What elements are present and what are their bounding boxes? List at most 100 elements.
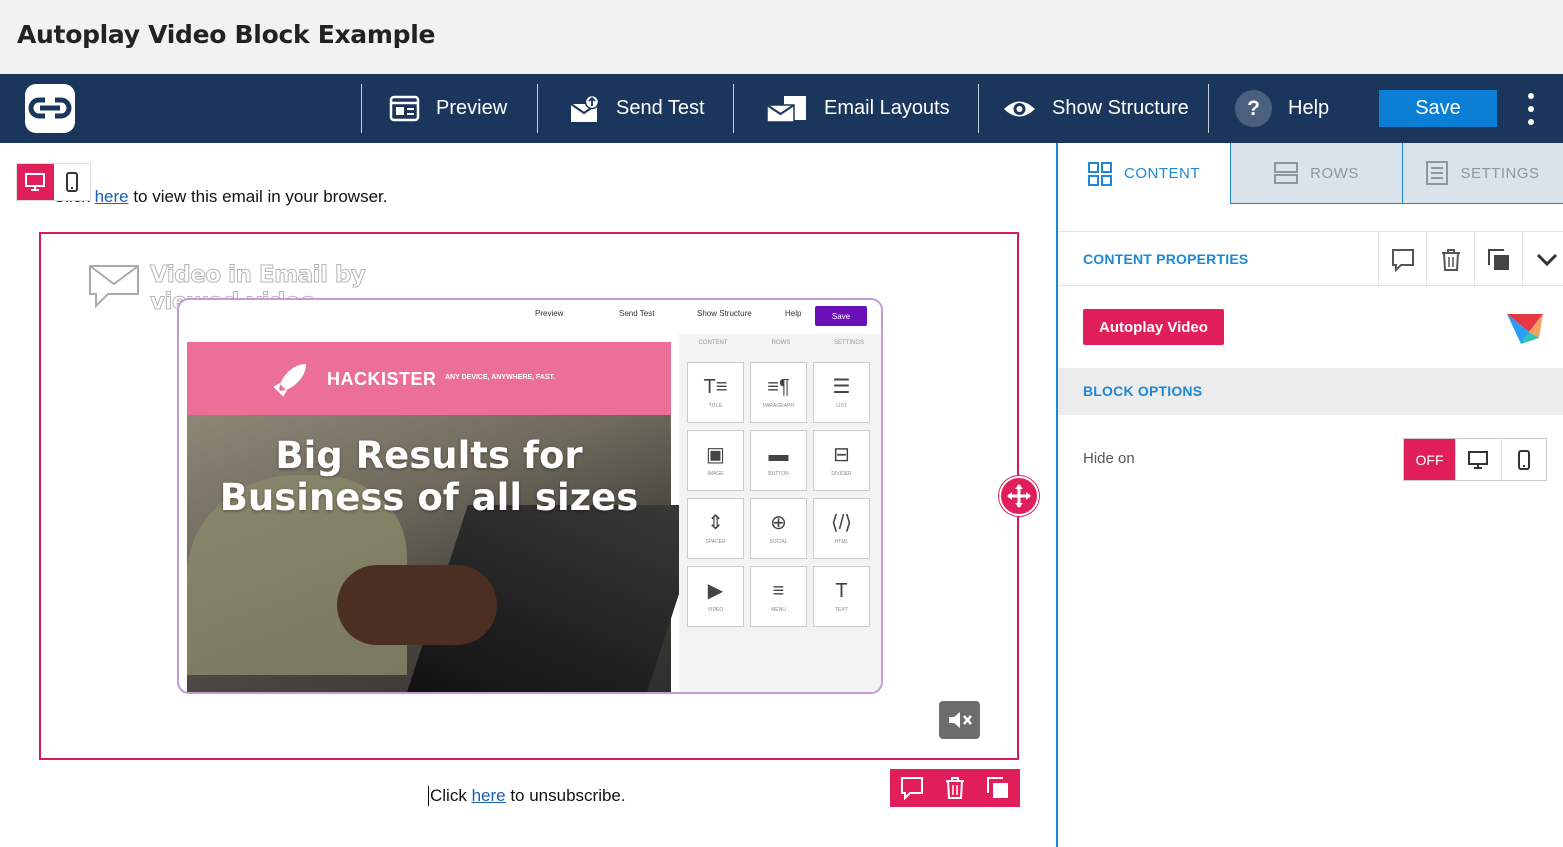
send-test-button[interactable]: Send Test: [570, 74, 705, 143]
mock-tile-glyph: ⊕: [770, 511, 787, 534]
hide-on-mobile-button[interactable]: [1500, 439, 1547, 480]
duplicate-icon: [987, 777, 1009, 798]
preview-label: Preview: [436, 97, 508, 119]
mock-tile-label: SOCIAL: [769, 538, 788, 545]
comment-icon: [900, 777, 923, 800]
show-structure-label: Show Structure: [1052, 97, 1189, 119]
send-test-icon: [570, 94, 600, 123]
mock-tab-content: CONTENT: [698, 340, 728, 346]
mobile-view-button[interactable]: [54, 164, 91, 200]
comment-button[interactable]: [894, 770, 930, 806]
trash-icon: [1441, 248, 1460, 271]
email-layouts-button[interactable]: Email Layouts: [766, 74, 950, 143]
mock-tile-glyph: ≡¶: [767, 375, 790, 398]
mock-tile-label: HTML: [834, 538, 849, 545]
duplicate-button[interactable]: [980, 770, 1016, 806]
panel-comment-button[interactable]: [1378, 232, 1426, 287]
mock-tile-glyph: ⊟: [833, 443, 850, 466]
mock-tile-label: LIST: [836, 402, 847, 409]
mock-tile-glyph: ⇕: [707, 511, 724, 534]
page-title: Autoplay Video Block Example: [17, 20, 436, 49]
delete-button[interactable]: [937, 770, 973, 806]
rocket-icon: [273, 364, 306, 397]
mock-tile-label: BUTTON: [768, 470, 789, 477]
hide-on-desktop-button[interactable]: [1455, 439, 1501, 480]
help-label: Help: [1288, 97, 1330, 119]
mock-tile: ⊕ SOCIAL: [750, 498, 807, 559]
content-properties-bar: CONTENT PROPERTIES: [1058, 231, 1563, 287]
title-bar: Autoplay Video Block Example: [0, 0, 1563, 74]
mock-content-grid: T≡ TITLE ≡¶ PARAGRAPH ☰ LIST ▣ IMAGE ▬ BUTTON ⊟ DIV…: [687, 362, 870, 627]
mock-preview: Preview: [535, 309, 564, 318]
panel-delete-button[interactable]: [1426, 232, 1474, 287]
mock-tile: ▣ IMAGE: [687, 430, 744, 491]
help-glyph: ?: [1235, 90, 1272, 127]
mute-button[interactable]: [939, 701, 980, 739]
panel-duplicate-button[interactable]: [1474, 232, 1522, 287]
viewed-video-brand-icon: [1505, 308, 1545, 351]
autoplay-video-block[interactable]: Video in Email by viewed.video Preview S…: [39, 232, 1019, 760]
hide-off-button[interactable]: OFF: [1404, 439, 1455, 480]
tab-settings[interactable]: SETTINGS: [1402, 143, 1563, 204]
tab-content[interactable]: CONTENT: [1058, 143, 1230, 204]
mock-tile-glyph: T: [835, 579, 848, 602]
mock-save: Save: [815, 306, 867, 326]
mock-headline: Big Results for Business of all sizes: [187, 435, 671, 519]
mock-tile-label: IMAGE: [707, 470, 724, 477]
show-structure-button[interactable]: Show Structure: [1003, 74, 1189, 143]
email-canvas: Click here to view this email in your br…: [0, 143, 1056, 847]
mock-tile: T TEXT: [813, 566, 870, 627]
rows-icon: [1274, 162, 1299, 184]
mock-tile-label: TITLE: [708, 402, 723, 409]
watermark-line-1: Video in Email by: [149, 262, 366, 289]
preview-icon: [389, 95, 420, 122]
unsubscribe-link[interactable]: here: [472, 786, 506, 805]
send-test-label: Send Test: [616, 97, 705, 119]
viewed-video-logo-icon: [89, 265, 139, 309]
tab-rows-label: ROWS: [1310, 164, 1359, 182]
hide-on-toggle: OFF: [1403, 438, 1547, 481]
mock-tile-glyph: ☰: [832, 375, 851, 398]
move-icon: [1007, 484, 1031, 508]
mock-send-test: Send Test: [619, 309, 655, 318]
unsubscribe-suffix: to unsubscribe.: [505, 786, 626, 805]
mock-brand: HACKISTER: [327, 369, 437, 389]
block-action-bar: [890, 769, 1020, 807]
unsubscribe-text: Click here to unsubscribe.: [428, 786, 626, 806]
mock-tile-label: MENU: [771, 606, 786, 613]
top-toolbar: Preview Send Test Email Layouts Show Str…: [0, 74, 1563, 143]
mock-tile-label: DIVIDER: [831, 470, 852, 477]
collapse-button[interactable]: [1522, 232, 1563, 287]
mock-tab-rows: ROWS: [771, 340, 791, 346]
preview-button[interactable]: Preview: [389, 74, 507, 143]
mute-icon: [948, 712, 972, 728]
more-options-icon[interactable]: [1522, 93, 1540, 125]
desktop-view-button[interactable]: [17, 164, 54, 200]
view-in-browser-link[interactable]: here: [95, 187, 129, 206]
trash-icon: [945, 777, 964, 799]
help-icon: ?: [1235, 90, 1272, 127]
video-frame: Preview Send Test Show Structure Help Sa…: [177, 298, 883, 694]
move-block-handle[interactable]: [999, 476, 1039, 516]
comment-icon: [1391, 248, 1414, 272]
grid-icon: [1088, 161, 1112, 186]
block-type-badge: Autoplay Video: [1083, 309, 1224, 345]
toolbar-divider: [978, 84, 979, 133]
save-button[interactable]: Save: [1379, 90, 1497, 127]
mock-tile: ▶ VIDEO: [687, 566, 744, 627]
block-options-title: BLOCK OPTIONS: [1083, 383, 1203, 399]
panel-tabs: CONTENT ROWS SETTINGS: [1058, 143, 1563, 204]
content-properties-actions: [1378, 232, 1563, 287]
help-button[interactable]: ? Help: [1235, 74, 1329, 143]
duplicate-icon: [1487, 248, 1509, 270]
mock-toolbar: Preview Send Test Show Structure Help Sa…: [179, 300, 881, 334]
desktop-icon: [1468, 450, 1489, 469]
toolbar-divider: [1208, 84, 1209, 133]
tab-rows[interactable]: ROWS: [1230, 143, 1402, 204]
chevron-down-icon: [1536, 253, 1557, 266]
toolbar-divider: [537, 84, 538, 133]
app-logo-icon[interactable]: [25, 84, 75, 133]
mock-tab-settings: SETTINGS: [833, 340, 864, 346]
mock-tabs: CONTENT ROWS SETTINGS: [679, 334, 881, 352]
mock-show-structure: Show Structure: [697, 309, 752, 318]
